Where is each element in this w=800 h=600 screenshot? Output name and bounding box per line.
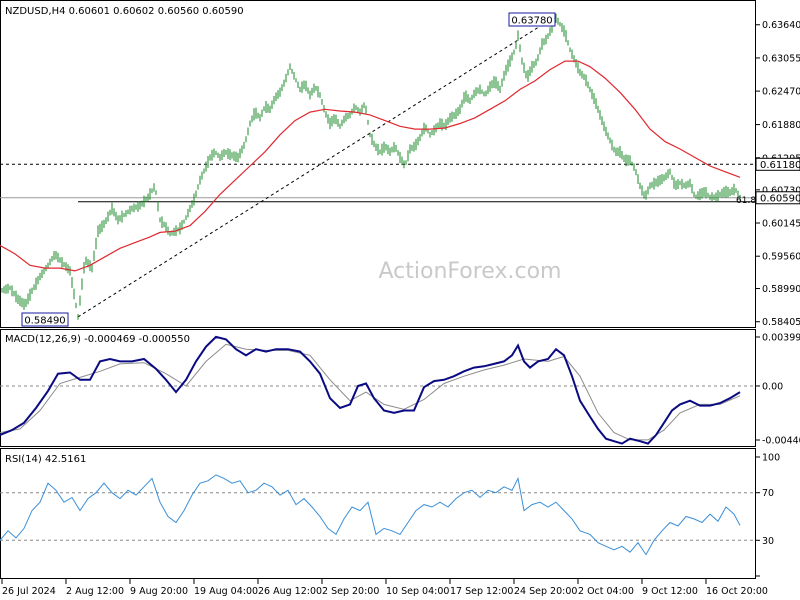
time-tick-label: 16 Oct 20:00 — [706, 586, 768, 597]
high-label: 0.63780 — [511, 16, 552, 27]
price-tick-label: 0.60145 — [762, 219, 800, 230]
level-tag-text: 0.61180 — [760, 160, 800, 171]
time-tick-label: 24 Sep 20:00 — [514, 586, 577, 597]
time-tick-label: 2 Aug 12:00 — [66, 586, 124, 597]
macd-title: MACD(12,26,9) -0.000469 -0.000550 — [5, 334, 190, 345]
level-tag: 0.61180 — [755, 157, 800, 171]
rsi-tick-label: 30 — [762, 536, 774, 547]
time-tick-label: 26 Aug 12:00 — [258, 586, 322, 597]
rsi-tick-label: 70 — [762, 488, 774, 499]
time-tick-label: 17 Sep 12:00 — [450, 586, 513, 597]
price-axis: 0.636400.630550.624700.618800.612950.607… — [755, 20, 800, 328]
macd-tick-label: 0.00 — [762, 381, 783, 392]
macd-axis: 0.003993 0.00 -0.004406 — [755, 333, 800, 447]
rsi-panel — [0, 448, 756, 579]
forex-chart: ActionForex.com NZDUSD,H4 0.60601 0.6060… — [0, 0, 800, 597]
last-price-tag: 0.60590 — [755, 191, 800, 205]
time-axis: 26 Jul 2024 2 Aug 12:00 9 Aug 20:00 19 Aug … — [1, 579, 768, 597]
watermark: ActionForex.com — [379, 259, 562, 284]
rsi-title: RSI(14) 42.5161 — [5, 454, 86, 465]
price-tick-label: 0.62470 — [762, 87, 800, 98]
macd-panel — [0, 329, 756, 447]
price-tick-label: 0.58405 — [762, 317, 800, 328]
price-tick-label: 0.58990 — [762, 284, 800, 295]
time-tick-label: 9 Aug 20:00 — [130, 586, 188, 597]
fib-label: 61.8 — [736, 196, 756, 206]
high-label-box: 0.63780 — [508, 12, 556, 27]
price-tick-label: 0.63640 — [762, 20, 800, 31]
macd-tick-label: -0.004406 — [762, 436, 800, 447]
price-tick-label: 0.61880 — [762, 120, 800, 131]
time-tick-label: 19 Aug 04:00 — [194, 586, 258, 597]
low-label-box: 0.58490 — [21, 312, 69, 327]
time-tick-label: 2 Oct 04:00 — [578, 586, 634, 597]
price-title: NZDUSD,H4 0.60601 0.60602 0.60560 0.6059… — [5, 6, 244, 17]
rsi-tick-label: 100 — [762, 453, 780, 464]
macd-tick-label: 0.003993 — [762, 333, 800, 344]
low-label: 0.58490 — [24, 316, 65, 327]
time-tick-label: 26 Jul 2024 — [2, 586, 56, 597]
time-tick-label: 9 Oct 12:00 — [642, 586, 698, 597]
time-tick-label: 2 Sep 20:00 — [322, 586, 379, 597]
time-tick-label: 10 Sep 04:00 — [386, 586, 449, 597]
price-tick-label: 0.59560 — [762, 252, 800, 263]
last-price-tag-text: 0.60590 — [760, 193, 800, 204]
rsi-axis: 100 70 30 — [755, 453, 780, 577]
price-tick-label: 0.63055 — [762, 53, 800, 64]
